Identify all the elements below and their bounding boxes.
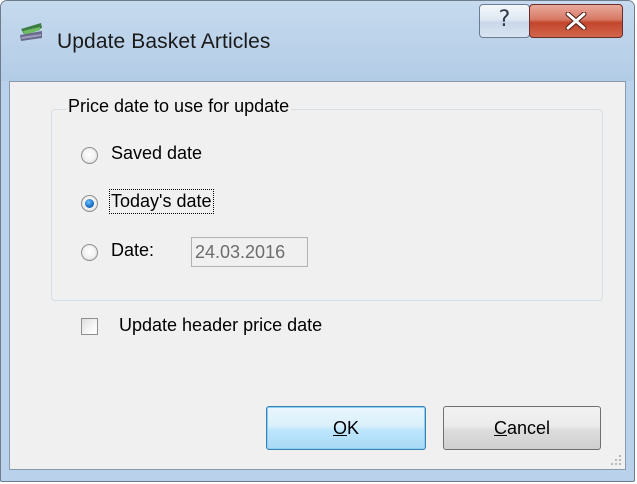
close-icon xyxy=(565,12,587,30)
basket-app-icon xyxy=(20,23,42,41)
resize-grip-icon[interactable] xyxy=(610,454,622,466)
cancel-button[interactable]: Cancel xyxy=(443,406,601,450)
todays-date-radio[interactable] xyxy=(81,195,98,212)
ok-mnemonic: O xyxy=(332,418,347,438)
update-header-price-date-label[interactable]: Update header price date xyxy=(119,315,322,336)
custom-date-label[interactable]: Date: xyxy=(111,240,154,261)
update-header-price-date-checkbox[interactable] xyxy=(81,318,98,335)
title-bar[interactable]: Update Basket Articles ? xyxy=(1,1,634,81)
ok-button[interactable]: OK xyxy=(266,406,426,450)
saved-date-radio[interactable] xyxy=(81,147,98,164)
close-button[interactable] xyxy=(529,4,623,38)
custom-date-radio[interactable] xyxy=(81,244,98,261)
cancel-label-rest: ancel xyxy=(506,418,551,438)
cancel-mnemonic: C xyxy=(493,418,507,438)
todays-date-label[interactable]: Today's date xyxy=(109,189,214,214)
groupbox-legend: Price date to use for update xyxy=(66,96,292,117)
date-input[interactable]: 24.03.2016 xyxy=(191,237,308,267)
dialog-client-area: Price date to use for update Saved date … xyxy=(9,81,626,470)
saved-date-label[interactable]: Saved date xyxy=(111,143,202,164)
help-icon: ? xyxy=(498,7,511,32)
dialog-window: Update Basket Articles ? Price date to u… xyxy=(0,0,635,482)
help-button[interactable]: ? xyxy=(479,4,530,38)
ok-label-rest: K xyxy=(347,418,360,438)
window-title: Update Basket Articles xyxy=(57,30,271,53)
